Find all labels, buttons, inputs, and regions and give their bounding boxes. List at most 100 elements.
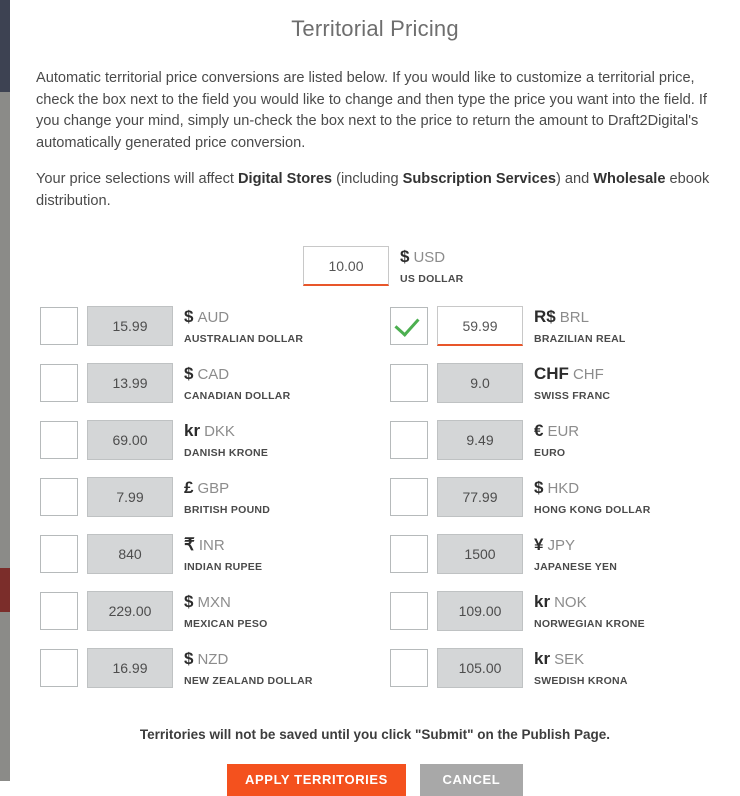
territorial-pricing-modal: Territorial Pricing Automatic territoria…	[10, 0, 740, 796]
currency-meta: $ AUD AUSTRALIAN DOLLAR	[173, 306, 303, 345]
currency-code: HKD	[547, 480, 580, 498]
currency-symbol-icon: ₹	[184, 535, 195, 555]
currency-line: £ GBP	[184, 479, 270, 498]
currency-name: INDIAN RUPEE	[184, 560, 263, 573]
currency-row: $CAD CANADIAN DOLLAR	[40, 363, 355, 420]
currency-price-input-eur[interactable]	[437, 420, 523, 461]
currency-price-input-hkd[interactable]	[437, 477, 523, 518]
affect-bold-subscription-services: Subscription Services	[402, 171, 556, 188]
base-currency-line: $ USD	[400, 248, 464, 267]
currency-checkbox-sek[interactable]	[390, 649, 428, 688]
currency-symbol-icon: €	[534, 421, 544, 441]
check-icon	[394, 311, 420, 337]
currency-checkbox-nzd[interactable]	[40, 649, 78, 688]
currency-line: $ MXN	[184, 593, 268, 612]
currency-price-input-dkk[interactable]	[87, 420, 173, 461]
currency-symbol-icon: $	[184, 592, 194, 612]
button-bar: APPLY TERRITORIES CANCEL	[10, 742, 740, 796]
currency-price-input-nok[interactable]	[437, 591, 523, 632]
currency-checkbox-hkd[interactable]	[390, 478, 428, 517]
currency-checkbox-mxn[interactable]	[40, 592, 78, 631]
currency-price-input-jpy[interactable]	[437, 534, 523, 575]
currency-code: DKK	[204, 423, 235, 441]
currency-meta: £ GBP BRITISH POUND	[173, 477, 270, 516]
currency-meta: € EUR EURO	[523, 420, 579, 459]
currency-checkbox-inr[interactable]	[40, 535, 78, 574]
currency-line: $ AUD	[184, 308, 303, 327]
currency-meta: CHF CHF SWISS FRANC	[523, 363, 610, 402]
affect-text-2: (including	[332, 171, 403, 188]
currency-meta: kr NOK NORWEGIAN KRONE	[523, 591, 645, 630]
currency-price-input-nzd[interactable]	[87, 648, 173, 689]
currency-code: MXN	[197, 594, 231, 612]
currency-line: $ CAD	[184, 365, 290, 384]
currency-checkbox-dkk[interactable]	[40, 421, 78, 460]
currency-meta: $ MXN MEXICAN PESO	[173, 591, 268, 630]
apply-territories-button[interactable]: APPLY TERRITORIES	[227, 764, 406, 796]
background-navbar-sliver	[0, 0, 10, 92]
currency-symbol-icon: CHF	[534, 364, 569, 384]
currency-checkbox-eur[interactable]	[390, 421, 428, 460]
currency-price-input-sek[interactable]	[437, 648, 523, 689]
base-price-meta: $ USD US DOLLAR	[389, 246, 464, 285]
background-accent-sliver	[0, 568, 10, 612]
currency-column-right: R$BRLBRAZILIAN REALCHFCHFSWISS FRANC €EUR…	[355, 306, 700, 705]
currency-code: BRL	[559, 309, 589, 327]
currency-name: JAPANESE YEN	[534, 560, 618, 573]
currency-row: krDKK DANISH KRONE	[40, 420, 355, 477]
base-price-row: $USD US DOLLAR	[10, 212, 740, 287]
currency-symbol-icon: £	[184, 478, 194, 498]
currency-row: krNOK NORWEGIAN KRONE	[390, 591, 700, 648]
currency-name: DANISH KRONE	[184, 446, 269, 459]
affect-bold-digital-stores: Digital Stores	[237, 171, 333, 188]
currency-meta: ¥ JPY JAPANESE YEN	[523, 534, 617, 573]
currency-line: CHF CHF	[534, 365, 610, 384]
currency-checkbox-cad[interactable]	[40, 364, 78, 403]
currency-price-input-cad[interactable]	[87, 363, 173, 404]
currency-name: AUSTRALIAN DOLLAR	[184, 332, 304, 345]
currency-price-input-gbp[interactable]	[87, 477, 173, 518]
currency-meta: kr SEK SWEDISH KRONA	[523, 648, 628, 687]
currency-price-input-chf[interactable]	[437, 363, 523, 404]
currency-code: NZD	[197, 651, 229, 669]
currency-checkbox-aud[interactable]	[40, 307, 78, 346]
currency-row: $NZD NEW ZEALAND DOLLAR	[40, 648, 355, 705]
currency-price-input-inr[interactable]	[87, 534, 173, 575]
currency-price-input-mxn[interactable]	[87, 591, 173, 632]
currency-checkbox-brl[interactable]	[390, 307, 428, 346]
currency-checkbox-gbp[interactable]	[40, 478, 78, 517]
currency-row: R$BRL BRAZILIAN REAL	[390, 306, 700, 363]
currency-price-input-aud[interactable]	[87, 306, 173, 347]
cancel-button[interactable]: CANCEL	[419, 764, 523, 796]
currency-row: CHFCHF SWISS FRANC	[390, 363, 700, 420]
currency-code: INR	[198, 537, 225, 555]
currency-checkbox-nok[interactable]	[390, 592, 428, 631]
currency-row: ¥JPY JAPANESE YEN	[390, 534, 700, 591]
currency-checkbox-jpy[interactable]	[390, 535, 428, 574]
currency-line: R$ BRL	[534, 308, 626, 327]
currency-line: kr DKK	[184, 422, 268, 441]
currency-name: CANADIAN DOLLAR	[184, 389, 291, 402]
currency-code: USD	[413, 249, 446, 267]
currency-symbol-icon: kr	[534, 592, 551, 612]
currency-line: kr NOK	[534, 593, 645, 612]
currency-symbol-icon: $	[184, 364, 194, 384]
currency-name: SWEDISH KRONA	[534, 674, 628, 687]
currency-row: $HKD HONG KONG DOLLAR	[390, 477, 700, 534]
currency-code: NOK	[554, 594, 587, 612]
currency-price-input-brl[interactable]	[437, 306, 523, 347]
currency-checkbox-chf[interactable]	[390, 364, 428, 403]
currency-symbol-icon: R$	[534, 307, 556, 327]
base-price-input[interactable]	[303, 246, 389, 287]
currency-line: $ HKD	[534, 479, 651, 498]
currency-name: NEW ZEALAND DOLLAR	[184, 674, 313, 687]
currency-row: $MXN MEXICAN PESO	[40, 591, 355, 648]
currency-code: JPY	[547, 537, 575, 555]
currency-line: ¥ JPY	[534, 536, 617, 555]
currency-symbol-icon: kr	[184, 421, 201, 441]
currency-symbol-icon: ¥	[534, 535, 544, 555]
currency-meta: $ CAD CANADIAN DOLLAR	[173, 363, 290, 402]
currency-code: AUD	[197, 309, 230, 327]
currency-column-left: $AUDAUSTRALIAN DOLLAR$CADCANADIAN DOLLAR…	[10, 306, 355, 705]
currency-row: ₹INR INDIAN RUPEE	[40, 534, 355, 591]
